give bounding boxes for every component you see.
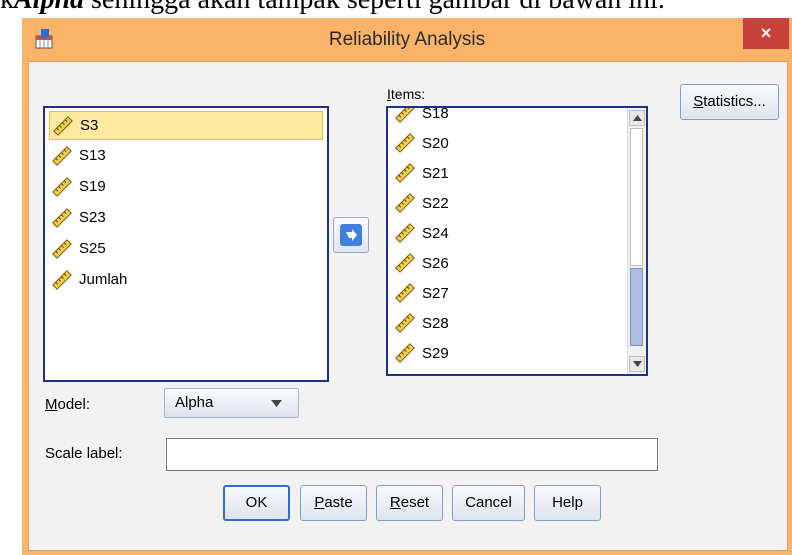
statistics-button[interactable]: Statistics... <box>680 84 779 120</box>
item-variable[interactable]: S27 <box>388 278 628 308</box>
ruler-scale-variable-icon <box>395 193 415 213</box>
variable-name: Jumlah <box>79 271 128 288</box>
chevron-down-icon <box>633 361 642 367</box>
move-to-items-button[interactable] <box>333 217 369 253</box>
paste-button[interactable]: Paste <box>300 485 367 521</box>
ruler-scale-variable-icon <box>395 133 415 153</box>
item-variable[interactable]: S18 <box>388 106 628 128</box>
ruler-scale-variable-icon <box>52 207 72 228</box>
items-list[interactable]: S18 S20 S21 S22 S24 S26 S27 S28 S29 <box>386 106 648 376</box>
variable-name: S28 <box>422 314 449 332</box>
variable-name: S23 <box>79 209 106 226</box>
ruler-scale-variable-icon <box>395 163 415 183</box>
cancel-button[interactable]: Cancel <box>452 485 525 521</box>
source-variable-item[interactable]: S23 <box>45 202 327 233</box>
item-variable[interactable]: S21 <box>388 158 628 188</box>
document-margin <box>0 20 22 555</box>
chevron-up-icon <box>633 115 642 121</box>
close-button[interactable]: × <box>743 18 789 49</box>
variable-name: S20 <box>422 134 449 152</box>
title-bar[interactable]: Reliability Analysis × <box>22 18 792 61</box>
variable-name: S27 <box>422 284 449 302</box>
item-variable[interactable]: S28 <box>388 308 628 338</box>
ruler-scale-variable-icon <box>52 238 72 259</box>
source-variable-list[interactable]: S3 S13 S19 S23 S25 Jumlah <box>43 106 329 382</box>
variable-name: S19 <box>79 178 106 195</box>
variable-name: S26 <box>422 254 449 272</box>
ok-button[interactable]: OK <box>223 485 290 521</box>
ruler-scale-variable-icon <box>53 115 73 136</box>
model-dropdown[interactable]: Alpha <box>164 388 299 418</box>
model-value: Alpha <box>175 394 214 411</box>
variable-name: S29 <box>422 344 449 362</box>
source-variable-item[interactable]: Jumlah <box>45 264 327 295</box>
variable-name: S21 <box>422 164 449 182</box>
variable-name: S22 <box>422 194 449 212</box>
variable-name: S18 <box>422 106 449 122</box>
scrollbar-thumb[interactable] <box>630 128 643 266</box>
ruler-scale-variable-icon <box>52 176 72 197</box>
item-variable[interactable]: S24 <box>388 218 628 248</box>
dropdown-caret-icon <box>271 400 282 407</box>
variable-name: S3 <box>80 117 99 134</box>
ruler-scale-variable-icon <box>395 253 415 273</box>
ruler-scale-variable-icon <box>395 223 415 243</box>
item-variable[interactable]: S26 <box>388 248 628 278</box>
ruler-scale-variable-icon <box>52 269 72 290</box>
items-scrollbar[interactable] <box>627 108 646 374</box>
variable-name: S24 <box>422 224 449 242</box>
ruler-scale-variable-icon <box>52 145 72 166</box>
model-label: Model: <box>45 396 91 413</box>
variable-name: S25 <box>79 240 106 257</box>
source-variable-item[interactable]: S25 <box>45 233 327 264</box>
ruler-scale-variable-icon <box>395 343 415 363</box>
background-document-text: kAlpha sehingga akan tampak seperti gamb… <box>0 0 665 16</box>
source-variable-item[interactable]: S13 <box>45 140 327 171</box>
ruler-scale-variable-icon <box>395 313 415 333</box>
variable-name: S13 <box>79 147 106 164</box>
reset-button[interactable]: Reset <box>376 485 443 521</box>
scroll-down-button[interactable] <box>629 356 645 372</box>
close-icon: × <box>760 23 772 43</box>
item-variable[interactable]: S29 <box>388 338 628 368</box>
help-button[interactable]: Help <box>534 485 601 521</box>
item-variable[interactable]: S20 <box>388 128 628 158</box>
ruler-scale-variable-icon <box>395 283 415 303</box>
scale-label-input[interactable] <box>166 438 658 471</box>
dialog-title: Reliability Analysis <box>328 29 486 50</box>
right-arrow-icon <box>340 224 362 246</box>
ruler-scale-variable-icon <box>395 108 415 123</box>
scroll-up-button[interactable] <box>629 110 645 126</box>
items-label: Items: <box>387 86 426 102</box>
reliability-analysis-dialog: Reliability Analysis × S3 S13 S19 S23 S25 Jum… <box>22 18 792 555</box>
scrollbar-track[interactable] <box>630 268 643 346</box>
dialog-body: S3 S13 S19 S23 S25 Jumlah Items: S18 S20 S21 S22… <box>28 61 788 551</box>
source-variable-item[interactable]: S19 <box>45 171 327 202</box>
scale-label-caption: Scale label: <box>45 445 123 462</box>
item-variable[interactable]: S22 <box>388 188 628 218</box>
source-variable-item[interactable]: S3 <box>49 111 323 140</box>
